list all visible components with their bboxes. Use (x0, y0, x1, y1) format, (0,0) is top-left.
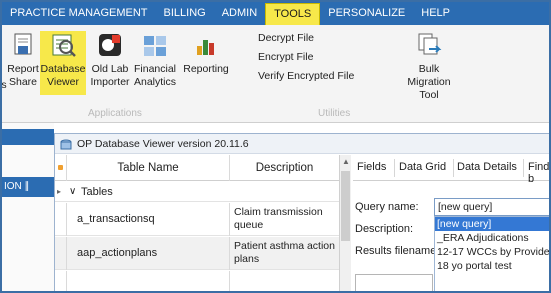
bulk-migration-tool-button[interactable]: Bulk Migration Tool (398, 31, 460, 102)
table-name-cell: a_transactionsq (67, 203, 230, 236)
tab-find[interactable]: Find b (528, 161, 549, 185)
bulk-migration-icon (415, 31, 443, 59)
tables-group-label: Tables (81, 186, 113, 198)
report-share-label: Report Share (7, 63, 39, 88)
left-nav-strip: ION ∥ (2, 123, 54, 291)
dropdown-option[interactable]: 18 yo portal test (435, 259, 549, 273)
table-row[interactable]: a_transactionsq Claim transmission queue (55, 203, 339, 236)
database-viewer-icon (49, 31, 77, 59)
ribbon-panel: s Report Share Database Viewer Old Lab I… (2, 25, 549, 123)
row-indicator-icon: ▸ (57, 187, 62, 196)
app-window: PRACTICE MANAGEMENT BILLING ADMIN TOOLS … (0, 0, 551, 293)
description-label: Description: (355, 223, 414, 235)
report-share-icon (9, 31, 37, 59)
old-lab-importer-label: Old Lab Importer (90, 63, 130, 88)
crypto-tools-group: Decrypt File Encrypt File Verify Encrypt… (242, 29, 354, 86)
table-row[interactable]: aap_actionplans Patient asthma action pl… (55, 237, 339, 270)
applications-group-label: Applications (88, 108, 142, 119)
financial-analytics-label: Financial Analytics (133, 63, 177, 88)
database-viewer-title: OP Database Viewer version 20.11.6 (77, 138, 249, 150)
reporting-button[interactable]: Reporting (180, 31, 232, 76)
tab-fields[interactable]: Fields (357, 161, 386, 173)
left-nav-section[interactable]: ION ∥ (2, 177, 54, 197)
left-nav-bar (2, 129, 54, 145)
encrypt-file-button[interactable]: Encrypt File (242, 48, 354, 67)
grid-vertical-scrollbar[interactable]: ▲ (339, 155, 351, 291)
tab-billing[interactable]: BILLING (156, 2, 214, 25)
ribbon-tab-bar: PRACTICE MANAGEMENT BILLING ADMIN TOOLS … (2, 2, 549, 25)
tab-help[interactable]: HELP (413, 2, 458, 25)
tab-data-grid[interactable]: Data Grid (399, 161, 446, 173)
tab-admin[interactable]: ADMIN (214, 2, 265, 25)
table-description-cell: Claim transmission queue (234, 206, 323, 231)
dropdown-option[interactable]: _ERA Adjudications (435, 231, 549, 245)
query-name-label: Query name: (355, 201, 419, 213)
header-marker-icon (58, 165, 63, 170)
query-name-dropdown-list[interactable]: [new query] _ERA Adjudications 12-17 WCC… (434, 216, 549, 291)
report-share-button[interactable]: Report Share (6, 31, 40, 89)
tab-practice-management[interactable]: PRACTICE MANAGEMENT (2, 2, 156, 25)
row-marker-header (55, 155, 67, 181)
financial-analytics-button[interactable]: Financial Analytics (132, 31, 178, 89)
database-viewer-button[interactable]: Database Viewer (40, 31, 86, 95)
tables-grid: Table Name Description ▸ ∨ Tables a_tran… (55, 155, 339, 291)
decrypt-file-button[interactable]: Decrypt File (242, 29, 354, 48)
reporting-label: Reporting (183, 63, 229, 75)
table-name-cell: aap_actionplans (67, 237, 230, 270)
scroll-up-arrow-icon[interactable]: ▲ (342, 157, 350, 166)
tab-separator (523, 159, 524, 177)
old-lab-importer-icon (96, 31, 124, 59)
table-description-cell (230, 271, 339, 291)
tab-data-details[interactable]: Data Details (457, 161, 517, 173)
database-viewer-label: Database Viewer (40, 63, 86, 88)
table-row[interactable] (55, 271, 339, 291)
tab-separator (394, 159, 395, 177)
tab-personalize[interactable]: PERSONALIZE (320, 2, 413, 25)
column-header-table-name[interactable]: Table Name (67, 155, 230, 181)
row-marker (55, 271, 67, 291)
tables-group-row[interactable]: ▸ ∨ Tables (55, 182, 339, 202)
column-header-description[interactable]: Description (230, 155, 339, 181)
scrollbar-thumb[interactable] (341, 171, 350, 241)
row-marker (55, 237, 67, 270)
grid-header: Table Name Description (55, 155, 339, 181)
dropdown-option[interactable]: [new query] (435, 217, 549, 231)
detail-tab-bar: Fields Data Grid Data Details Find b (353, 155, 549, 185)
tab-tools[interactable]: TOOLS (265, 3, 321, 25)
table-description-cell: Patient asthma action plans (234, 240, 335, 265)
bulk-migration-tool-label: Bulk Migration Tool (407, 63, 451, 101)
old-lab-importer-button[interactable]: Old Lab Importer (88, 31, 132, 89)
tab-separator (453, 159, 454, 177)
verify-encrypted-file-button[interactable]: Verify Encrypted File (242, 67, 354, 86)
reporting-icon (192, 31, 220, 59)
dropdown-option[interactable]: 12-17 WCCs by Provide (435, 245, 549, 259)
results-filename-label: Results filename: (355, 245, 440, 257)
financial-analytics-icon (141, 31, 169, 59)
row-marker (55, 203, 67, 236)
database-viewer-window: OP Database Viewer version 20.11.6 Table… (54, 133, 549, 291)
database-viewer-titlebar: OP Database Viewer version 20.11.6 (55, 134, 549, 154)
table-name-cell (67, 271, 230, 291)
results-filename-field[interactable] (355, 274, 433, 291)
collapse-chevron-icon[interactable]: ∨ (69, 182, 76, 202)
query-name-combobox[interactable]: [new query] (434, 198, 549, 216)
utilities-group-label: Utilities (318, 108, 351, 119)
